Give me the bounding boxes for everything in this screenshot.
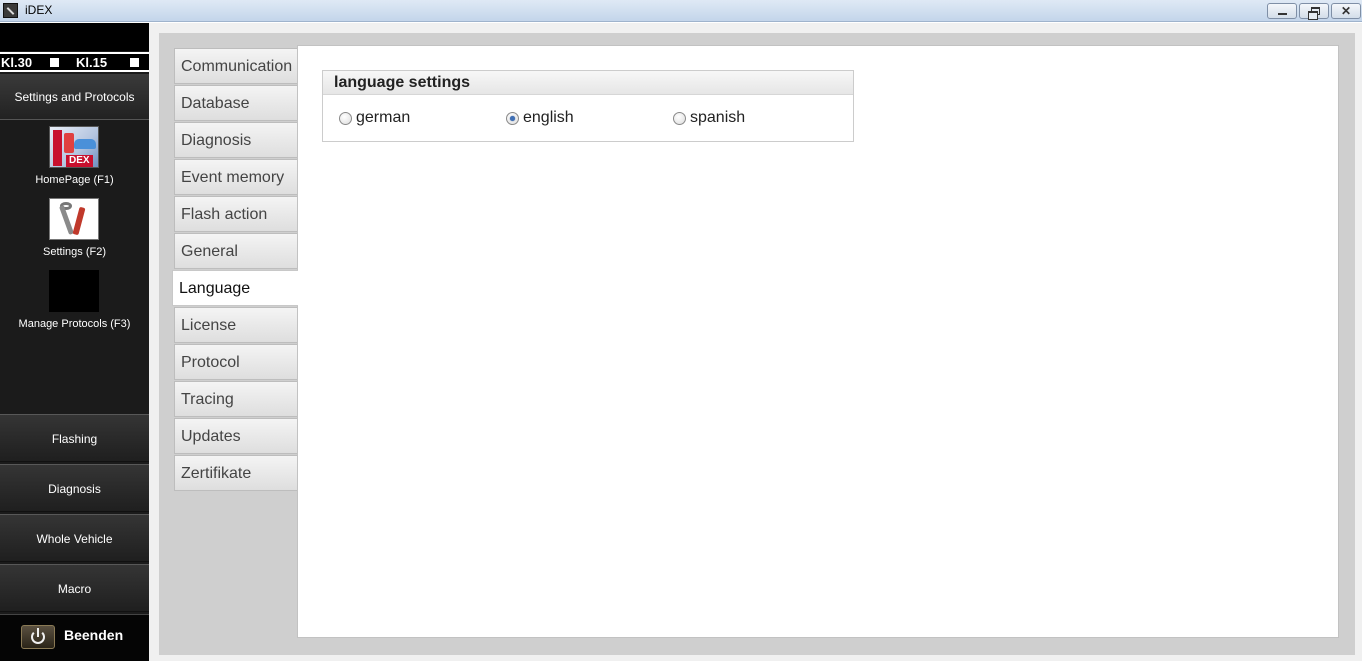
sidebar: Kl.30 Kl.15 Settings and Protocols DEX H…	[0, 23, 149, 661]
kl15-label: Kl.15	[76, 55, 108, 70]
title-bar: iDEX ✕	[0, 0, 1362, 22]
idex-logo-text: DEX	[66, 155, 93, 167]
nav-flashing[interactable]: Flashing	[0, 414, 149, 462]
radio-spanish-circle[interactable]	[673, 112, 686, 125]
radio-english-label[interactable]: english	[523, 109, 574, 127]
minimize-icon	[1278, 13, 1287, 15]
restore-icon	[1308, 7, 1320, 20]
terminal-status-bar: Kl.30 Kl.15	[0, 52, 149, 72]
exit-label: Beenden	[64, 627, 124, 643]
power-icon	[21, 625, 55, 649]
homepage-label: HomePage (F1)	[35, 174, 114, 186]
tab-event-memory[interactable]: Event memory	[174, 159, 297, 195]
close-button[interactable]: ✕	[1331, 3, 1361, 19]
settings-tool[interactable]: Settings (F2)	[0, 198, 149, 260]
radio-english-circle[interactable]	[506, 112, 519, 125]
radio-german-circle[interactable]	[339, 112, 352, 125]
homepage-tool[interactable]: DEX HomePage (F1)	[0, 126, 149, 188]
sidebar-top-panel	[0, 23, 149, 51]
exit-button[interactable]: Beenden	[0, 614, 149, 661]
tab-tracing[interactable]: Tracing	[174, 381, 297, 417]
tab-protocol[interactable]: Protocol	[174, 344, 297, 380]
app-icon	[3, 3, 18, 18]
tab-updates[interactable]: Updates	[174, 418, 297, 454]
restore-button[interactable]	[1299, 3, 1329, 20]
minimize-button[interactable]	[1267, 3, 1297, 19]
idex-logo-icon: DEX	[49, 126, 99, 168]
settings-and-protocols-button[interactable]: Settings and Protocols	[0, 74, 149, 120]
window-title: iDEX	[25, 3, 53, 17]
group-title: language settings	[334, 74, 471, 91]
radio-spanish-label[interactable]: spanish	[690, 109, 745, 127]
tab-general[interactable]: General	[174, 233, 297, 269]
language-settings-group: language settings german english spanish	[322, 70, 854, 142]
kl30-label: Kl.30	[1, 55, 33, 70]
tab-flash-action[interactable]: Flash action	[174, 196, 297, 232]
nav-diagnosis[interactable]: Diagnosis	[0, 464, 149, 512]
kl30-indicator	[50, 58, 59, 67]
radio-german-label[interactable]: german	[356, 109, 410, 127]
manage-protocols-label: Manage Protocols (F3)	[18, 318, 131, 330]
tools-icon	[49, 198, 99, 240]
tab-language[interactable]: Language	[172, 270, 298, 306]
tab-license[interactable]: License	[174, 307, 297, 343]
kl15-indicator	[130, 58, 139, 67]
manage-protocols-tool[interactable]: Manage Protocols (F3)	[0, 270, 149, 332]
nav-macro[interactable]: Macro	[0, 564, 149, 612]
group-header: language settings	[323, 71, 853, 95]
tab-communication[interactable]: Communication	[174, 48, 297, 84]
protocols-icon	[49, 270, 99, 312]
tab-zertifikate[interactable]: Zertifikate	[174, 455, 297, 491]
nav-whole-vehicle[interactable]: Whole Vehicle	[0, 514, 149, 562]
settings-label: Settings (F2)	[43, 246, 106, 258]
close-icon: ✕	[1341, 4, 1352, 18]
tab-database[interactable]: Database	[174, 85, 297, 121]
tab-diagnosis[interactable]: Diagnosis	[174, 122, 297, 158]
